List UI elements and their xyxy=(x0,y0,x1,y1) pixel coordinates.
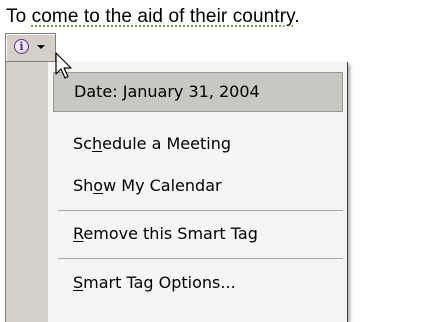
menu-item-mnemonic: o xyxy=(93,176,104,195)
document-text-before: To xyxy=(6,6,32,27)
document-text-after: . xyxy=(294,6,300,27)
menu-item-show-calendar[interactable]: Show My Calendar xyxy=(48,166,348,206)
menu-separator xyxy=(58,210,343,211)
chevron-down-icon xyxy=(37,45,45,49)
menu-item-label-part: mart Tag Options... xyxy=(83,273,236,292)
menu-item-label-part: emove this Smart Tag xyxy=(83,224,258,243)
smart-tag-actions-button[interactable]: i xyxy=(5,33,56,62)
menu-item-mnemonic: S xyxy=(73,273,84,292)
menu-header-date: Date: January 31, 2004 xyxy=(53,72,343,112)
menu-item-label-part: Sc xyxy=(73,134,92,153)
menu-separator xyxy=(58,258,343,259)
mouse-pointer-icon xyxy=(55,52,72,79)
document-text-line: To come to the aid of their country. xyxy=(6,6,300,28)
smart-tag-menu: Date: January 31, 2004 Schedule a Meetin… xyxy=(5,62,348,322)
menu-item-smart-tag-options[interactable]: Smart Tag Options... xyxy=(48,263,348,303)
smart-tagged-text[interactable]: come to the aid of their country xyxy=(32,6,295,27)
info-icon: i xyxy=(14,39,29,54)
menu-item-mnemonic: R xyxy=(73,224,84,243)
menu-item-mnemonic: h xyxy=(91,134,103,153)
menu-item-label-part: edule a Meeting xyxy=(102,134,232,153)
menu-item-schedule-meeting[interactable]: Schedule a Meeting xyxy=(48,124,348,164)
menu-item-label-part: Sh xyxy=(73,176,94,195)
menu-item-label-part: w My Calendar xyxy=(103,176,222,195)
menu-icon-gutter xyxy=(6,62,48,322)
menu-item-remove-smart-tag[interactable]: Remove this Smart Tag xyxy=(48,214,348,254)
